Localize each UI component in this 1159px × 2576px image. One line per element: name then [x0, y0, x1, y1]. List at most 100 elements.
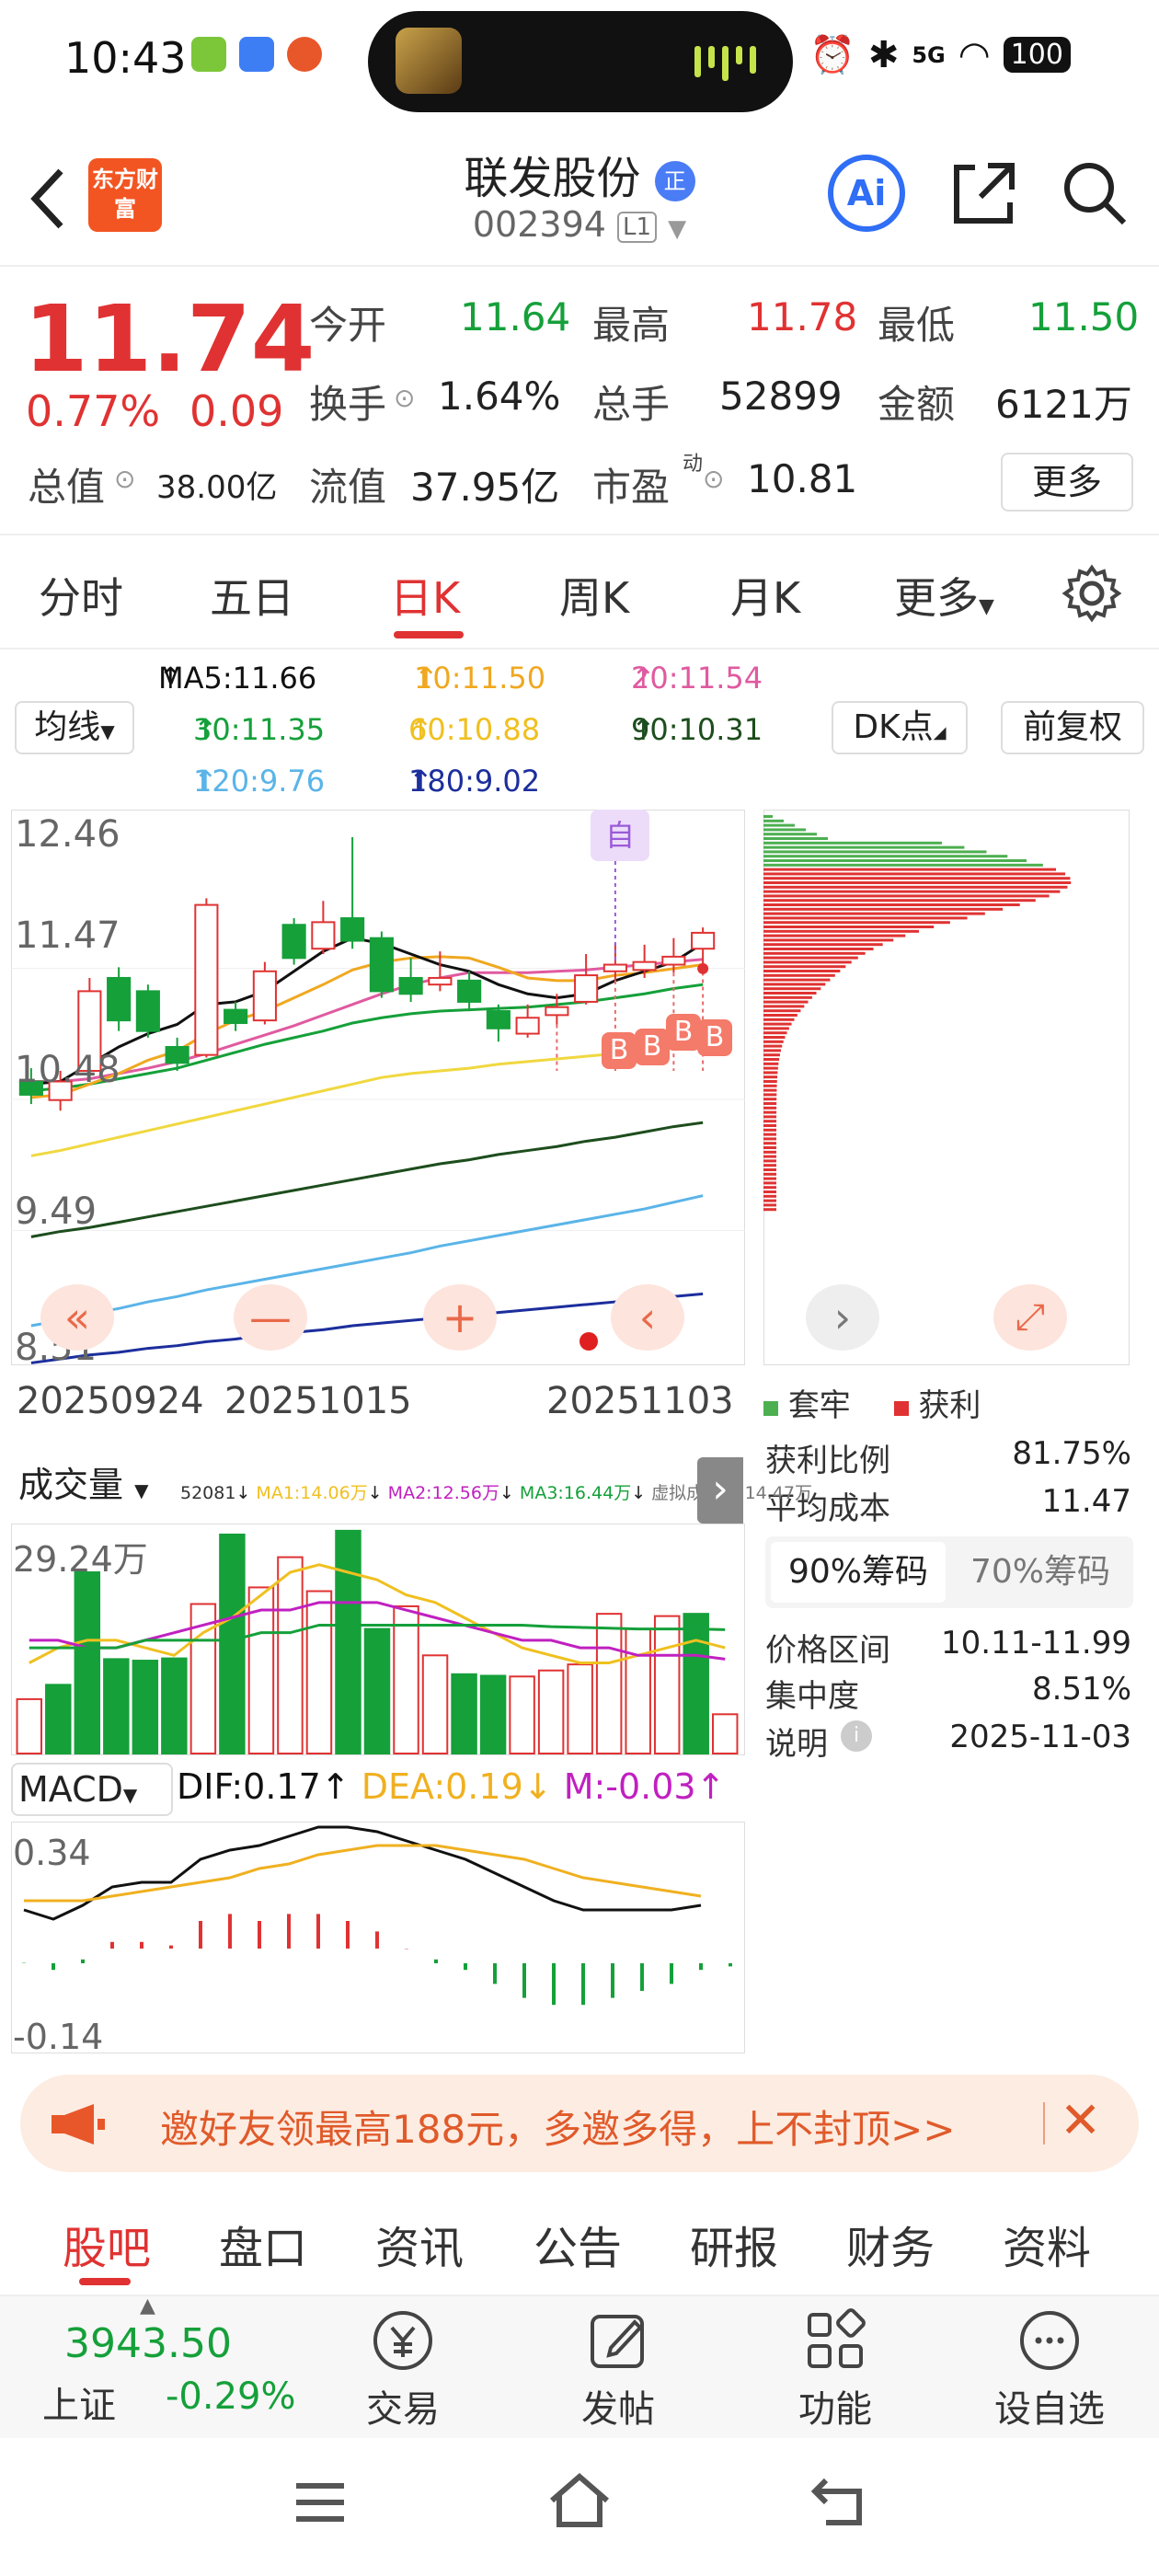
chip-bar [763, 859, 1027, 862]
caret-down-icon: ◢ [933, 723, 947, 742]
search-icon[interactable] [1058, 156, 1131, 230]
chip-bar [763, 863, 1043, 867]
tab-wuri[interactable]: 五日 [210, 565, 294, 626]
menu-icon[interactable] [291, 2475, 350, 2530]
concentration-label: 集中度 [765, 1678, 859, 1715]
legend-trapped: 套牢 [787, 1387, 851, 1424]
custom-marker[interactable]: 自 [591, 810, 649, 861]
chip-bar [763, 899, 1036, 903]
tab-ziliao[interactable]: 资料 [1003, 2212, 1091, 2276]
zoom-in-icon[interactable]: + [423, 1284, 497, 1351]
chip-bar [763, 938, 894, 942]
tab-chip-90[interactable]: 90%筹码 [771, 1542, 946, 1603]
ma-line-120 [30, 1194, 704, 1328]
index-value[interactable]: 3943.50 [64, 2320, 232, 2367]
chip-bar [763, 881, 1072, 884]
promo-banner[interactable]: 邀好友领最高188元，多邀多得，上不封顶>> ✕ [20, 2075, 1139, 2172]
tab-caiwu[interactable]: 财务 [846, 2212, 935, 2276]
expand-icon[interactable]: ⤢ [993, 1284, 1067, 1351]
chip-bar [763, 1080, 777, 1083]
chip-bar [763, 948, 874, 950]
chip-bar [763, 841, 942, 845]
y-tick-1: 12.46 [15, 813, 120, 856]
tab-fenshi[interactable]: 分时 [39, 565, 123, 626]
rewind-icon[interactable]: « [40, 1284, 114, 1351]
function-button[interactable]: 功能 [789, 2306, 881, 2432]
b-marker-1[interactable]: B [602, 1032, 637, 1069]
profit-ratio-value: 81.75% [1012, 1435, 1131, 1472]
tab-yuek[interactable]: 月K [730, 565, 800, 626]
tab-zixun[interactable]: 资讯 [375, 2212, 464, 2276]
chip-next-icon[interactable]: › [806, 1284, 879, 1351]
expand-right-icon[interactable]: › [697, 1457, 743, 1524]
volume-y-tick: 29.24万 [13, 1539, 148, 1580]
pe-info-icon[interactable]: ⊙ [703, 464, 724, 494]
macd-chart[interactable] [11, 1822, 745, 2053]
candle-body [545, 1006, 569, 1017]
chip-bar [763, 978, 831, 982]
banner-text: 邀好友领最高188元，多邀多得，上不封顶>> [160, 2107, 956, 2152]
tab-zhouk[interactable]: 周K [559, 565, 629, 626]
chip-bar [763, 1014, 798, 1017]
chip-bar [763, 1009, 801, 1013]
back-icon[interactable] [808, 2473, 868, 2530]
volume-bar [74, 1571, 101, 1754]
tab-gonggao[interactable]: 公告 [534, 2212, 622, 2276]
chip-bar [763, 1044, 783, 1048]
info-icon[interactable]: i [841, 1720, 872, 1752]
chip-bar [763, 1172, 777, 1176]
mktcap-info-icon[interactable]: ⊙ [114, 464, 135, 494]
chip-bar [763, 1106, 777, 1110]
b-marker-3[interactable]: B [666, 1014, 701, 1051]
volume-select[interactable]: 成交量 ▼ [11, 1461, 175, 1512]
ma20-text: 20:11.54 [631, 661, 763, 696]
kline-chart[interactable] [11, 810, 745, 1365]
more-button[interactable]: 更多 [1001, 453, 1133, 512]
post-button[interactable]: 发帖 [572, 2306, 664, 2432]
b-marker-4[interactable]: B [697, 1019, 732, 1056]
edit-icon [591, 2315, 644, 2368]
trade-button[interactable]: 交易 [357, 2306, 449, 2432]
chip-bar [763, 1168, 777, 1171]
chip-bar [763, 850, 987, 854]
chip-bar [763, 995, 812, 999]
junxian-select[interactable]: 均线▼ [15, 701, 134, 754]
ma90-text: 90:10.31 [631, 712, 763, 747]
b-marker-2[interactable]: B [635, 1029, 670, 1065]
tab-chip-70[interactable]: 70%筹码 [953, 1542, 1128, 1603]
tab-guba[interactable]: 股吧 [63, 2212, 151, 2276]
dynamic-island[interactable] [368, 11, 793, 112]
battery-icon: 100 [1003, 37, 1071, 73]
note-value: 2025-11-03 [949, 1719, 1131, 1755]
info-icon[interactable]: ⊙ [394, 383, 415, 413]
ai-button[interactable]: Ai [828, 155, 905, 232]
fuquan-button[interactable]: 前复权 [1001, 701, 1144, 754]
add-watchlist-button[interactable]: 设自选 [990, 2306, 1109, 2432]
volume-bar [103, 1658, 130, 1754]
volume-bar [335, 1529, 361, 1755]
share-icon[interactable] [947, 156, 1021, 230]
chip-bar [763, 1124, 777, 1127]
tab-more[interactable]: 更多▼ [894, 565, 994, 626]
chip-bar [763, 1194, 776, 1198]
chip-bar [763, 1199, 776, 1202]
dk-select[interactable]: DK点◢ [832, 701, 968, 754]
chip-distribution-chart[interactable] [763, 810, 1130, 1365]
tab-pankou[interactable]: 盘口 [219, 2212, 307, 2276]
tab-rik[interactable]: 日K [390, 565, 460, 626]
caret-down-icon: ▼ [979, 595, 994, 618]
prev-icon[interactable]: ‹ [611, 1284, 684, 1351]
volume-bar [451, 1673, 477, 1755]
macd-legend: DIF:0.17↑ DEA:0.19↓ M:-0.03↑ [177, 1766, 726, 1807]
macd-select[interactable]: MACD▼ [11, 1763, 173, 1816]
settings-gear-icon[interactable] [1061, 563, 1122, 624]
status-icons: ⏰ ✱ 5G ◠ 100 [809, 33, 1071, 76]
home-icon[interactable] [546, 2471, 613, 2530]
chip-bar [763, 828, 806, 832]
zoom-out-icon[interactable]: — [234, 1284, 307, 1351]
tab-yanbao[interactable]: 研报 [690, 2212, 778, 2276]
system-nav-bar [0, 2438, 1159, 2576]
chip-bar [763, 815, 773, 818]
close-icon[interactable]: ✕ [1060, 2091, 1101, 2149]
pe-sup: 动 [683, 453, 704, 476]
